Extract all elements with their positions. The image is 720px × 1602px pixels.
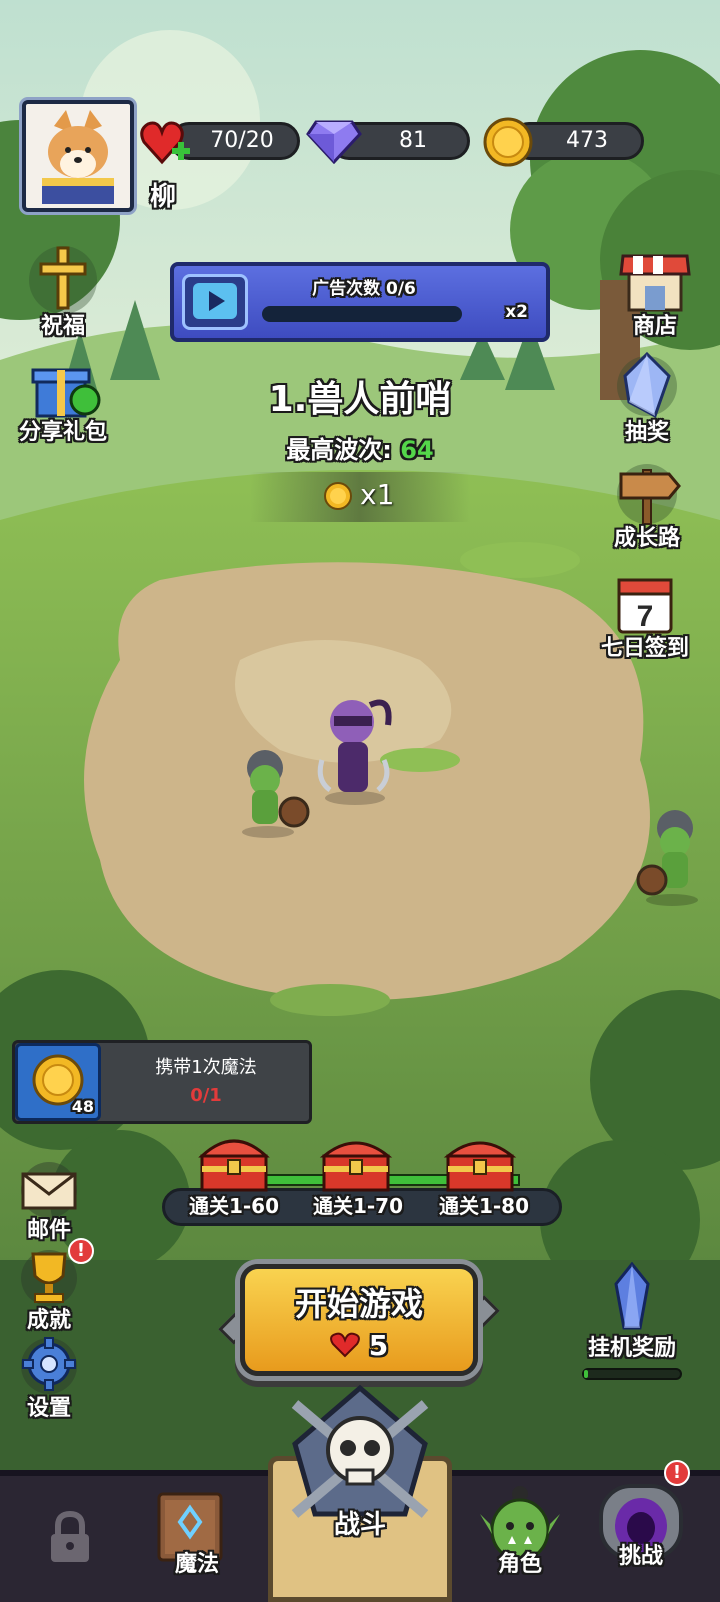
challenge-alert-badge: ! bbox=[664, 1460, 690, 1486]
settings-button[interactable]: 设置 bbox=[0, 1334, 104, 1422]
shiba-avatar-icon bbox=[42, 110, 114, 204]
mail-button[interactable]: 邮件 bbox=[0, 1160, 104, 1244]
crystal-icon bbox=[614, 1261, 650, 1330]
chest-icon-open[interactable] bbox=[196, 1130, 272, 1194]
player-avatar[interactable] bbox=[22, 100, 134, 212]
growth-path-button[interactable]: 成长路 bbox=[592, 460, 702, 552]
calendar-day: 7 bbox=[637, 600, 654, 633]
lock-icon bbox=[51, 1510, 89, 1562]
cross-icon bbox=[29, 246, 97, 314]
share-gift-button[interactable]: 分享礼包 bbox=[8, 356, 118, 446]
chest-icon[interactable] bbox=[442, 1130, 518, 1194]
start-game-button[interactable]: 开始游戏 5 bbox=[240, 1264, 478, 1376]
shop-label: 商店 bbox=[632, 314, 677, 339]
calendar-icon: 7 bbox=[617, 578, 673, 634]
ad-multiplier: x2 bbox=[505, 302, 528, 322]
gift-icon bbox=[31, 368, 101, 418]
player-name: 柳 bbox=[150, 182, 177, 212]
level-title: 1.兽人前哨 bbox=[268, 379, 452, 420]
carry-magic-card[interactable]: 48 携带1次魔法 0/1 bbox=[12, 1040, 312, 1124]
chest-label-1: 通关1-60 bbox=[188, 1194, 280, 1218]
nav-character[interactable]: 角色 bbox=[470, 1484, 570, 1578]
best-wave-label: 最高波次: bbox=[286, 436, 392, 464]
blessing-button[interactable]: 祝福 bbox=[8, 244, 118, 340]
chest-icon[interactable] bbox=[318, 1130, 394, 1194]
seven-day-signin-button[interactable]: 7 七日签到 bbox=[590, 570, 700, 662]
nav-magic[interactable]: 魔法 bbox=[140, 1488, 240, 1578]
idle-reward-progress-fill bbox=[584, 1370, 588, 1378]
crystal-icon bbox=[617, 351, 677, 419]
mail-icon bbox=[21, 1162, 77, 1218]
mail-label: 邮件 bbox=[26, 1218, 71, 1243]
growth-path-label: 成长路 bbox=[613, 526, 680, 551]
stamina-value: 70/20 bbox=[210, 128, 274, 153]
seven-day-signin-label: 七日签到 bbox=[600, 636, 689, 661]
idle-reward-progress bbox=[582, 1368, 682, 1380]
idle-reward-label: 挂机奖励 bbox=[587, 1336, 676, 1361]
signpost-icon bbox=[617, 464, 681, 525]
small-coin-icon bbox=[324, 482, 352, 510]
ad-count-label: 广告次数 0/6 bbox=[312, 279, 416, 299]
nav-locked[interactable] bbox=[40, 1510, 100, 1570]
share-gift-label: 分享礼包 bbox=[18, 420, 107, 445]
settings-label: 设置 bbox=[26, 1396, 71, 1421]
watch-ad-button[interactable] bbox=[182, 274, 248, 330]
shop-icon bbox=[619, 254, 691, 312]
magic-slot[interactable]: 48 bbox=[15, 1043, 101, 1121]
lottery-label: 抽奖 bbox=[624, 420, 669, 445]
heart-plus-icon[interactable] bbox=[138, 118, 192, 168]
lottery-button[interactable]: 抽奖 bbox=[592, 350, 702, 446]
diamond-icon bbox=[306, 120, 362, 164]
chest-label-2: 通关1-70 bbox=[312, 1194, 404, 1218]
achievement-label: 成就 bbox=[26, 1308, 71, 1333]
best-wave-value: 64 bbox=[400, 436, 434, 464]
ad-progress-bar bbox=[262, 306, 462, 322]
carry-magic-label: 携带1次魔法 bbox=[155, 1057, 257, 1078]
start-cost-value: 5 bbox=[368, 1329, 389, 1362]
gold-coin-icon bbox=[483, 117, 533, 167]
gear-icon bbox=[21, 1337, 77, 1394]
carry-magic-count: 0/1 bbox=[190, 1085, 222, 1106]
blessing-label: 祝福 bbox=[40, 314, 85, 339]
idle-reward-button[interactable]: 挂机奖励 bbox=[572, 1261, 692, 1362]
start-game-label: 开始游戏 bbox=[294, 1285, 423, 1323]
coin-multiplier: x1 bbox=[360, 478, 395, 511]
nav-battle[interactable]: 战斗 bbox=[270, 1384, 450, 1541]
chest-label-3: 通关1-80 bbox=[438, 1194, 530, 1218]
nav-challenge[interactable]: 挑战 bbox=[586, 1476, 696, 1570]
ad-reward-panel[interactable]: 广告次数 0/6 x2 bbox=[170, 262, 550, 342]
best-wave: 最高波次: 64 bbox=[180, 430, 540, 465]
coin-value: 473 bbox=[566, 128, 608, 153]
shop-button[interactable]: 商店 bbox=[600, 244, 710, 340]
gem-value: 81 bbox=[399, 128, 427, 153]
heart-icon bbox=[329, 1332, 360, 1358]
start-cost: 5 bbox=[245, 1329, 473, 1362]
play-icon bbox=[193, 283, 237, 319]
magic-coin-count: 48 bbox=[71, 1097, 94, 1116]
achievement-alert-badge: ! bbox=[68, 1238, 94, 1264]
